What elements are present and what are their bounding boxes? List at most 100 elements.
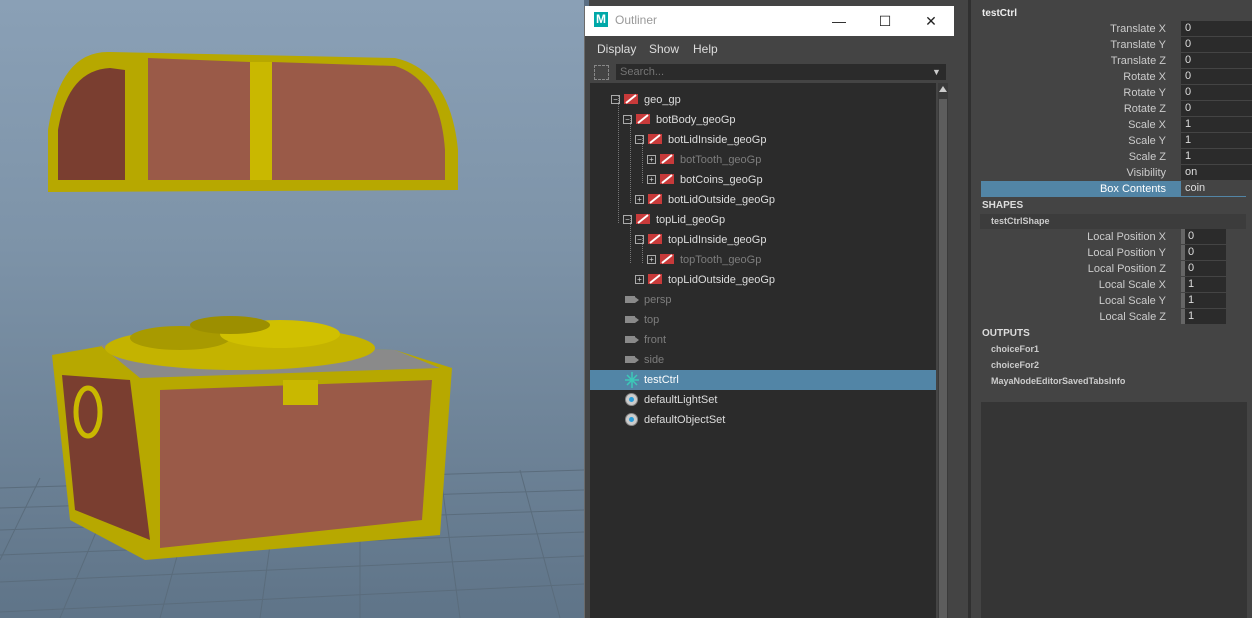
output-item[interactable]: choiceFor1 <box>991 344 1039 354</box>
attr-value-field[interactable]: 0 <box>1181 37 1252 52</box>
attr-scale-y[interactable]: Scale Y 1 <box>981 133 1252 149</box>
output-item[interactable]: choiceFor2 <box>991 360 1039 370</box>
group-icon <box>636 214 650 224</box>
minimize-button[interactable]: — <box>816 6 862 36</box>
tree-item-toplid-geogp[interactable]: − topLid_geoGp <box>590 210 936 230</box>
outliner-tree[interactable]: − geo_gp − botBody_geoGp − botLidInside_… <box>590 83 936 618</box>
collapse-icon[interactable]: − <box>623 215 632 224</box>
attr-value-field[interactable]: 0 <box>1181 53 1252 68</box>
attr-label: Local Scale Z <box>1099 311 1166 323</box>
treasure-chest-scene <box>0 51 584 618</box>
tree-item-testctrl[interactable]: testCtrl <box>590 370 936 390</box>
attr-label: Box Contents <box>1099 183 1166 195</box>
tree-item-toptooth-geogp[interactable]: + topTooth_geoGp <box>590 250 936 270</box>
viewport-3d[interactable] <box>0 0 584 618</box>
attr-value-field[interactable]: 0 <box>1181 69 1252 84</box>
attr-value-field[interactable]: 1 <box>1181 149 1252 164</box>
outliner-titlebar[interactable]: M Outliner — ☐ ✕ <box>585 6 954 36</box>
search-dropdown-icon[interactable]: ▼ <box>932 64 944 80</box>
attr-label: Rotate X <box>1123 71 1166 83</box>
tree-item-toplidoutside-geogp[interactable]: + topLidOutside_geoGp <box>590 270 936 290</box>
tree-item-botbody-geogp[interactable]: − botBody_geoGp <box>590 110 936 130</box>
attr-local-position-x[interactable]: Local Position X 0 <box>981 229 1246 245</box>
attr-translate-z[interactable]: Translate Z 0 <box>981 53 1252 69</box>
expand-icon[interactable]: + <box>647 175 656 184</box>
attr-value-field[interactable]: coin <box>1181 181 1252 196</box>
tree-item-bottooth-geogp[interactable]: + botTooth_geoGp <box>590 150 936 170</box>
menu-show[interactable]: Show <box>649 42 679 56</box>
attr-value-field[interactable]: 1 <box>1181 277 1226 292</box>
tree-item-top[interactable]: top <box>590 310 936 330</box>
collapse-icon[interactable]: − <box>611 95 620 104</box>
attr-label: Scale Y <box>1128 135 1166 147</box>
tree-item-toplidinside-geogp[interactable]: − topLidInside_geoGp <box>590 230 936 250</box>
attr-scale-x[interactable]: Scale X 1 <box>981 117 1252 133</box>
menu-help[interactable]: Help <box>693 42 718 56</box>
attr-value-field[interactable]: 1 <box>1181 309 1226 324</box>
group-icon <box>636 114 650 124</box>
tree-item-defaultlightset[interactable]: defaultLightSet <box>590 390 936 410</box>
filter-icon[interactable] <box>594 65 609 80</box>
collapse-icon[interactable]: − <box>635 235 644 244</box>
attr-translate-x[interactable]: Translate X 0 <box>981 21 1252 37</box>
attr-value-field[interactable]: 1 <box>1181 293 1226 308</box>
attr-local-position-z[interactable]: Local Position Z 0 <box>981 261 1246 277</box>
tree-item-botcoins-geogp[interactable]: + botCoins_geoGp <box>590 170 936 190</box>
tree-item-label: testCtrl <box>644 374 679 386</box>
maximize-button[interactable]: ☐ <box>862 6 908 36</box>
group-icon <box>660 174 674 184</box>
attr-value-field[interactable]: 0 <box>1181 245 1226 260</box>
collapse-icon[interactable]: − <box>635 135 644 144</box>
attr-value-field[interactable]: 0 <box>1181 101 1252 116</box>
group-icon <box>648 194 662 204</box>
output-item[interactable]: MayaNodeEditorSavedTabsInfo <box>991 376 1125 386</box>
attr-value-field[interactable]: 1 <box>1181 133 1252 148</box>
menu-display[interactable]: Display <box>597 42 636 56</box>
tree-item-front[interactable]: front <box>590 330 936 350</box>
outliner-window[interactable]: M Outliner — ☐ ✕ Display Show Help ▼ − g… <box>584 6 955 618</box>
attr-local-position-y[interactable]: Local Position Y 0 <box>981 245 1246 261</box>
attr-rotate-z[interactable]: Rotate Z 0 <box>981 101 1252 117</box>
shape-name[interactable]: testCtrlShape <box>991 216 1050 226</box>
attr-label: Translate Z <box>1110 55 1166 67</box>
panel-divider[interactable] <box>954 0 968 618</box>
attr-local-scale-y[interactable]: Local Scale Y 1 <box>981 293 1246 309</box>
attr-label: Local Scale Y <box>1098 295 1166 307</box>
attr-value-field[interactable]: 0 <box>1181 261 1226 276</box>
attr-scale-z[interactable]: Scale Z 1 <box>981 149 1252 165</box>
attr-local-scale-z[interactable]: Local Scale Z 1 <box>981 309 1246 325</box>
scroll-up-icon[interactable] <box>939 86 947 92</box>
attr-box-contents[interactable]: Box Contents coin <box>981 181 1252 197</box>
attr-value-field[interactable]: 0 <box>1181 85 1252 100</box>
attr-value-field[interactable]: 1 <box>1181 117 1252 132</box>
expand-icon[interactable]: + <box>635 275 644 284</box>
expand-icon[interactable]: + <box>647 255 656 264</box>
tree-item-botlidoutside-geogp[interactable]: + botLidOutside_geoGp <box>590 190 936 210</box>
outliner-search-input[interactable] <box>616 64 946 80</box>
outliner-scrollbar[interactable] <box>938 83 948 618</box>
set-icon <box>625 393 638 406</box>
close-button[interactable]: ✕ <box>908 6 954 36</box>
tree-item-label: side <box>644 354 665 366</box>
attr-label: Scale X <box>1128 119 1166 131</box>
attr-value-field[interactable]: 0 <box>1181 229 1226 244</box>
scrollbar-thumb[interactable] <box>939 99 947 618</box>
tree-item-botlidinside-geogp[interactable]: − botLidInside_geoGp <box>590 130 936 150</box>
attr-value-field[interactable]: 0 <box>1181 21 1252 36</box>
layer-editor-area[interactable] <box>981 402 1247 618</box>
tree-item-side[interactable]: side <box>590 350 936 370</box>
attr-local-scale-x[interactable]: Local Scale X 1 <box>981 277 1246 293</box>
attr-value-field[interactable]: on <box>1181 165 1252 180</box>
tree-item-defaultobjectset[interactable]: defaultObjectSet <box>590 410 936 430</box>
tree-item-persp[interactable]: persp <box>590 290 936 310</box>
group-icon <box>648 274 662 284</box>
collapse-icon[interactable]: − <box>623 115 632 124</box>
attr-translate-y[interactable]: Translate Y 0 <box>981 37 1252 53</box>
attr-rotate-x[interactable]: Rotate X 0 <box>981 69 1252 85</box>
attr-rotate-y[interactable]: Rotate Y 0 <box>981 85 1252 101</box>
expand-icon[interactable]: + <box>647 155 656 164</box>
attr-label: Local Position Y <box>1087 247 1166 259</box>
attr-visibility[interactable]: Visibility on <box>981 165 1252 181</box>
tree-item-geo-gp[interactable]: − geo_gp <box>590 90 936 110</box>
expand-icon[interactable]: + <box>635 195 644 204</box>
